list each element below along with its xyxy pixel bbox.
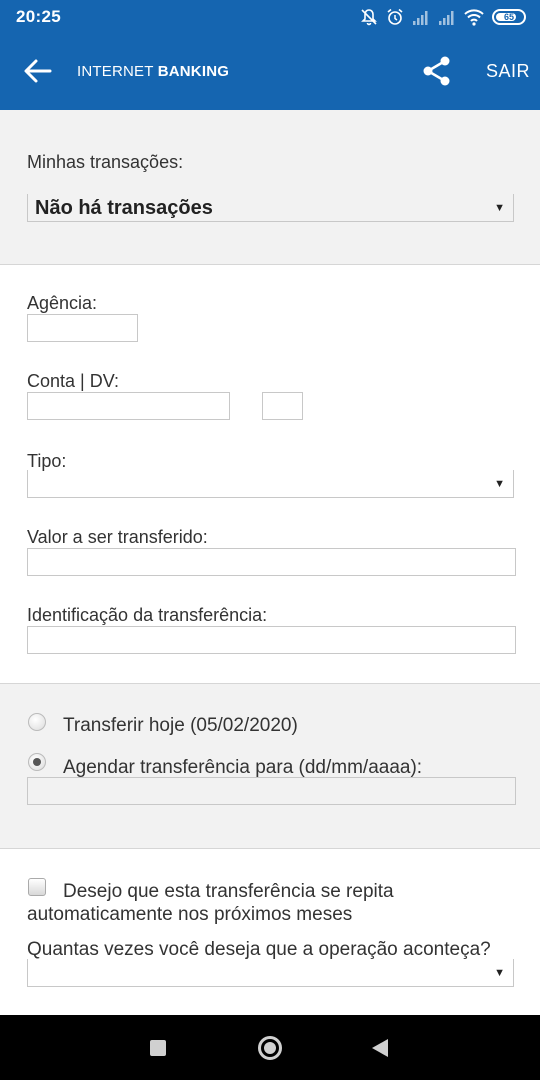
amount-input[interactable] — [27, 548, 516, 576]
times-select[interactable]: ▼ — [27, 959, 514, 987]
transfer-today-radio[interactable] — [28, 713, 46, 731]
status-bar: 20:25 65 — [0, 0, 540, 33]
status-icons: 65 — [360, 7, 526, 27]
type-label: Tipo: — [27, 451, 67, 471]
agency-input[interactable] — [27, 314, 138, 342]
app-title: INTERNET BANKING — [77, 63, 229, 80]
nav-back-icon[interactable] — [372, 1039, 388, 1057]
logout-button[interactable]: SAIR — [486, 61, 530, 82]
amount-label: Valor a ser transferido: — [27, 527, 208, 547]
app-title-regular: INTERNET — [77, 63, 158, 80]
agency-label: Agência: — [27, 293, 98, 313]
chevron-down-icon: ▼ — [494, 477, 505, 490]
repeat-transfer-label-line2: automaticamente nos próximos meses — [27, 904, 353, 925]
transactions-select[interactable]: Não há transações ▼ — [27, 194, 514, 222]
alarm-icon — [387, 8, 403, 25]
transactions-label: Minhas transações: — [27, 152, 184, 172]
system-nav-bar — [0, 1015, 540, 1080]
status-time: 20:25 — [16, 7, 61, 26]
signal-icon-2 — [439, 11, 454, 25]
chevron-down-icon: ▼ — [494, 201, 505, 214]
app-title-bold: BANKING — [157, 63, 230, 80]
signal-icon — [413, 11, 428, 25]
repeat-transfer-checkbox[interactable] — [28, 878, 46, 896]
recent-apps-icon[interactable] — [150, 1040, 166, 1056]
schedule-transfer-radio[interactable] — [28, 753, 46, 771]
app-bar: INTERNET BANKING SAIR — [0, 33, 540, 110]
account-input[interactable] — [27, 392, 230, 420]
recurrence-section: Desejo que esta transferência se repita … — [0, 849, 540, 1015]
transactions-selected-value: Não há transações — [35, 197, 213, 219]
transfer-today-label: Transferir hoje (05/02/2020) — [63, 715, 298, 736]
back-arrow-icon[interactable] — [22, 57, 54, 85]
chevron-down-icon: ▼ — [494, 966, 505, 979]
times-label: Quantas vezes você deseja que a operação… — [27, 939, 491, 960]
identification-input[interactable] — [27, 626, 516, 654]
bell-off-icon — [361, 9, 377, 26]
wifi-icon — [464, 9, 484, 26]
transactions-section: Minhas transações: Não há transações ▼ — [0, 110, 540, 264]
repeat-transfer-label-line1: Desejo que esta transferência se repita — [63, 881, 394, 902]
schedule-date-input[interactable] — [27, 777, 516, 805]
account-digit-input[interactable] — [262, 392, 303, 420]
share-icon[interactable] — [421, 55, 453, 87]
identification-label: Identificação da transferência: — [27, 605, 268, 625]
battery-icon: 65 — [492, 9, 526, 25]
transfer-form-section: Agência: Conta | DV: Tipo: ▼ Valor a ser… — [0, 265, 540, 683]
account-label: Conta | DV: — [27, 371, 120, 391]
schedule-transfer-label: Agendar transferência para (dd/mm/aaaa): — [63, 757, 423, 778]
battery-level: 65 — [503, 12, 514, 22]
home-icon[interactable] — [258, 1036, 282, 1060]
schedule-section: Transferir hoje (05/02/2020) Agendar tra… — [0, 684, 540, 848]
type-select[interactable]: ▼ — [27, 470, 514, 498]
